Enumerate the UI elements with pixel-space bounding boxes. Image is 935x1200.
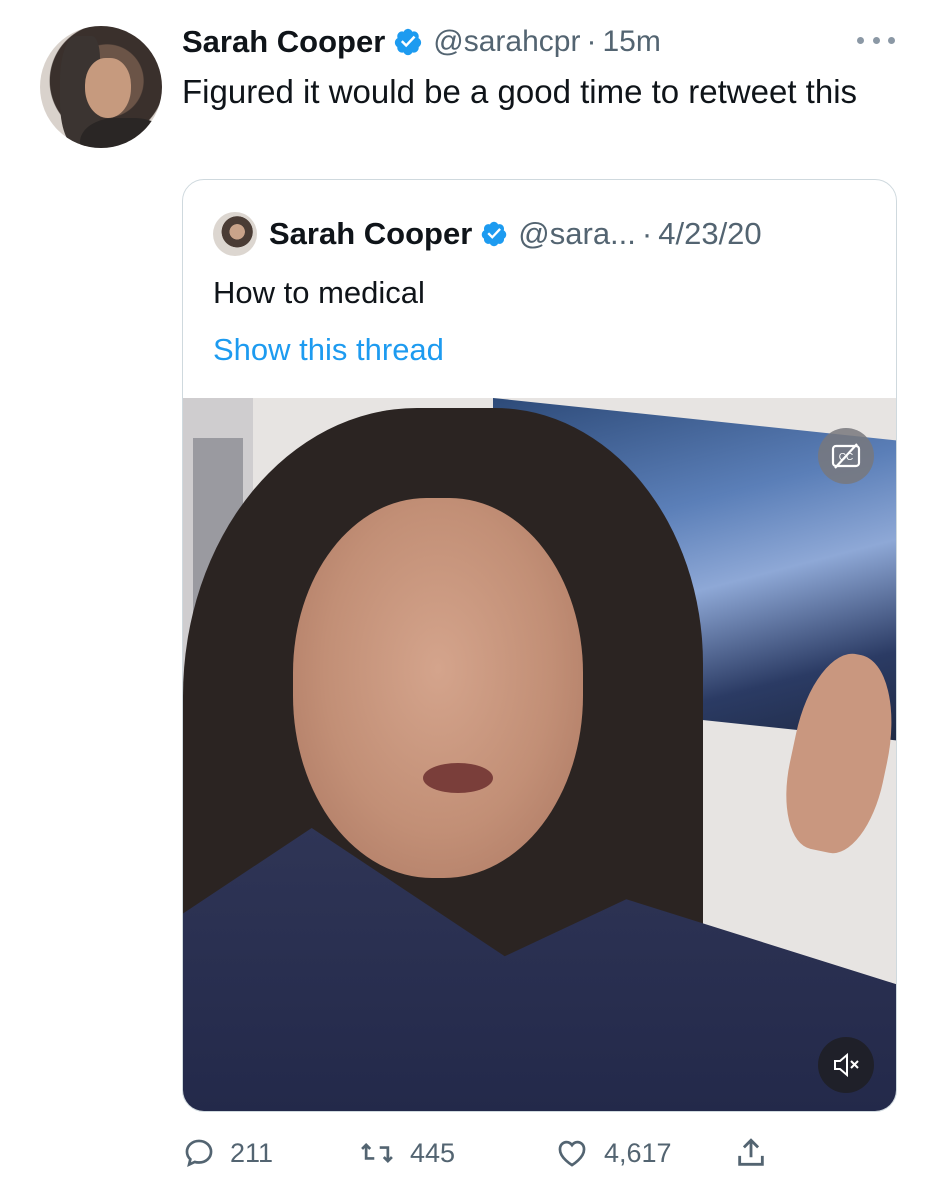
verified-badge-icon <box>482 221 507 247</box>
avatar-face <box>85 58 131 118</box>
like-button[interactable]: 4,617 <box>554 1128 672 1178</box>
verified-badge-icon <box>395 28 422 56</box>
captions-glyph: CC <box>831 443 861 469</box>
quoted-tweet-text: How to medical <box>213 275 425 310</box>
volume-muted-icon[interactable] <box>818 1037 874 1093</box>
like-count: 4,617 <box>604 1137 672 1168</box>
heart-icon <box>558 1140 586 1167</box>
show-thread-link[interactable]: Show this thread <box>213 332 444 368</box>
tweet-text: Figured it would be a good time to retwe… <box>182 73 858 110</box>
tweet: Sarah Cooper @sarahcpr · 15m Figured it … <box>0 0 935 1200</box>
share-button[interactable] <box>734 1128 768 1178</box>
separator-dot: · <box>586 25 597 58</box>
tweet-header: Sarah Cooper @sarahcpr · 15m <box>182 22 661 62</box>
reply-button[interactable]: 211 <box>182 1128 273 1178</box>
video-frame-mouth <box>423 763 493 793</box>
reply-icon <box>185 1139 213 1168</box>
avatar-body <box>80 118 162 148</box>
reply-count: 211 <box>230 1137 274 1168</box>
more-dot <box>872 36 880 44</box>
closed-captions-off-icon[interactable]: CC <box>818 428 874 484</box>
retweet-count: 445 <box>410 1137 456 1168</box>
video-player[interactable]: CC <box>183 398 896 1111</box>
retweet-button[interactable]: 445 <box>358 1128 455 1178</box>
more-options-icon[interactable] <box>857 30 895 50</box>
retweet-icon <box>361 1142 393 1164</box>
tweet-time[interactable]: 15m <box>602 25 660 59</box>
avatar[interactable] <box>40 26 162 148</box>
tweet-actions: 211 445 4,617 <box>182 1128 802 1178</box>
quoted-avatar <box>213 212 257 256</box>
share-icon <box>738 1138 764 1166</box>
quoted-tweet-header: Sarah Cooper @sara... · 4/23/20 <box>213 212 762 256</box>
separator-dot: · <box>641 216 653 251</box>
speaker-muted-glyph <box>834 1052 859 1078</box>
author-handle[interactable]: @sarahcpr <box>433 25 580 59</box>
quoted-author-handle: @sara... <box>518 216 636 251</box>
more-dot <box>888 36 895 44</box>
author-name[interactable]: Sarah Cooper <box>182 24 385 60</box>
quoted-tweet-date: 4/23/20 <box>658 216 762 251</box>
quoted-tweet-card[interactable]: Sarah Cooper @sara... · 4/23/20 How to m… <box>182 179 897 1112</box>
video-frame-face <box>293 498 583 878</box>
more-dot <box>857 36 864 44</box>
quoted-author-name: Sarah Cooper <box>269 216 473 251</box>
